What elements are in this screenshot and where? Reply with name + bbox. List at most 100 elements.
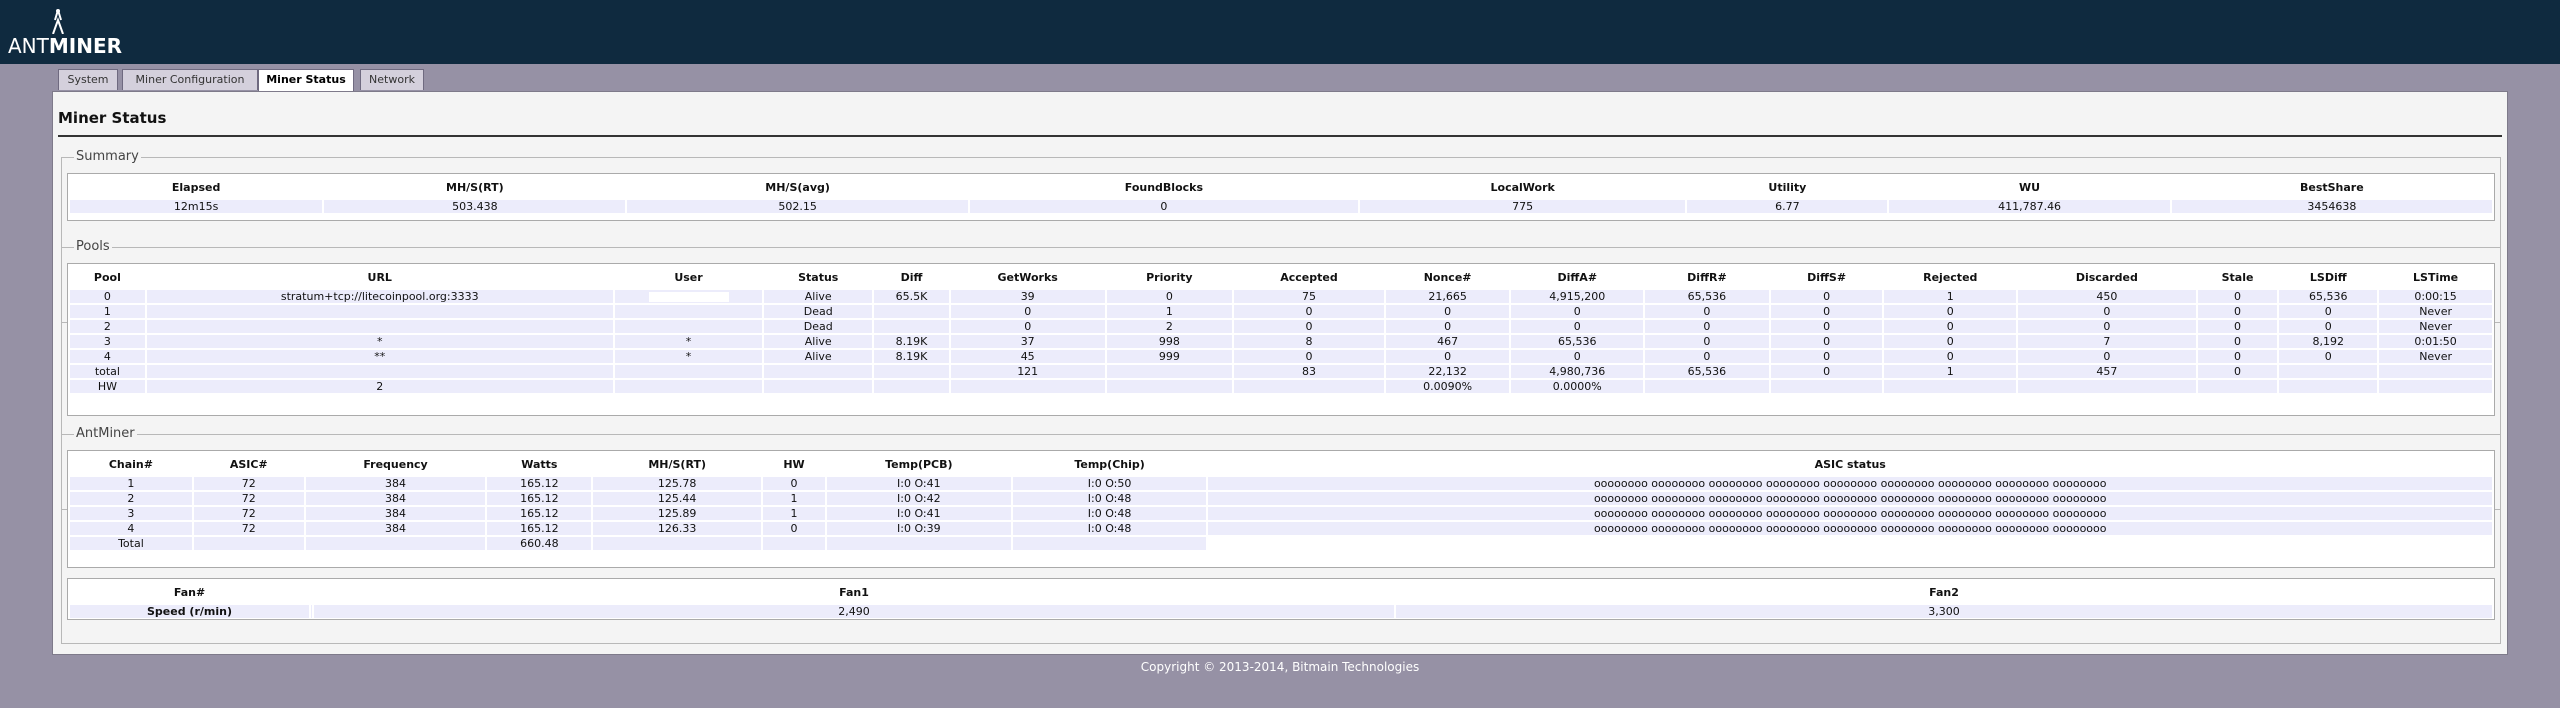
- tab-miner-status[interactable]: Miner Status: [258, 69, 354, 92]
- pools-cell: 0: [1511, 350, 1644, 363]
- pools-cell: [614, 290, 763, 303]
- fan-table: Fan# Fan1 Fan2 Speed (r/min) 2,490 3,300: [68, 579, 2494, 620]
- pools-cell: 0: [1385, 320, 1510, 333]
- antminer-cell: [1208, 537, 2492, 550]
- summary-cell: 0: [969, 200, 1359, 213]
- fan-header: Fan1: [839, 585, 869, 599]
- pools-header: Diff: [900, 270, 923, 284]
- pools-cell: 1: [1884, 290, 2017, 303]
- pools-cell: 65,536: [1511, 335, 1644, 348]
- pools-cell: [2279, 365, 2378, 378]
- tab-miner-configuration[interactable]: Miner Configuration: [122, 69, 258, 90]
- pools-cell: 0: [2197, 320, 2278, 333]
- pools-cell: 0: [1511, 320, 1644, 333]
- pools-header-row: Pool URL User Status Diff GetWorks Priority Acc…: [70, 266, 2492, 288]
- summary-header: WU: [2019, 180, 2041, 194]
- antminer-cell: 72: [193, 507, 304, 520]
- antminer-row: 4 72 384 165.12 126.33 0 I:0 O:39 I:0 O:48 ooooo…: [70, 522, 2492, 535]
- pools-cell: 0: [1770, 290, 1883, 303]
- pools-header: Stale: [2221, 270, 2254, 284]
- summary-cell: 3454638: [2171, 200, 2492, 213]
- antminer-cell: 0: [763, 522, 825, 535]
- pools-cell: 39: [950, 290, 1105, 303]
- pools-cell: 3: [70, 335, 145, 348]
- antminer-header: ASIC#: [229, 457, 268, 471]
- pools-cell: 75: [1234, 290, 1384, 303]
- antminer-cell: I:0 O:41: [826, 477, 1011, 490]
- pools-cell: [2379, 380, 2492, 393]
- pools-cell: [146, 320, 613, 333]
- pools-cell: 0: [2018, 350, 2196, 363]
- pools-cell: 0: [1770, 320, 1883, 333]
- antminer-header: Watts: [521, 457, 558, 471]
- antminer-cell: 165.12: [487, 507, 592, 520]
- pools-cell: 0: [1884, 320, 2017, 333]
- fan-row: Speed (r/min) 2,490 3,300: [70, 605, 2492, 618]
- pools-cell: [2197, 380, 2278, 393]
- fan-header: Fan2: [1929, 585, 1959, 599]
- pools-cell: *: [614, 350, 763, 363]
- summary-legend: Summary: [74, 149, 141, 164]
- antminer-cell: Total: [70, 537, 192, 550]
- pools-cell: 83: [1234, 365, 1384, 378]
- pools-cell: 2: [146, 380, 613, 393]
- pools-cell: [614, 305, 763, 318]
- pools-cell: 2: [70, 320, 145, 333]
- pools-cell: 45: [950, 350, 1105, 363]
- antminer-cell: 1: [763, 507, 825, 520]
- antminer-header: MH/S(RT): [648, 457, 706, 471]
- pools-cell: [1234, 380, 1384, 393]
- pools-cell: [1770, 380, 1883, 393]
- pools-cell: 0: [1106, 290, 1233, 303]
- summary-header: LocalWork: [1490, 180, 1555, 194]
- antminer-cell: [593, 537, 762, 550]
- pools-header: Status: [798, 270, 839, 284]
- antminer-cell: 72: [193, 522, 304, 535]
- pools-cell: 37: [950, 335, 1105, 348]
- antminer-cell: 165.12: [487, 492, 592, 505]
- antminer-cell: 3: [70, 507, 192, 520]
- summary-cell: 12m15s: [70, 200, 323, 213]
- pools-cell: *: [614, 335, 763, 348]
- antminer-cell: [826, 537, 1011, 550]
- header-bar: ANTMINER: [0, 0, 2560, 64]
- pools-cell: 0: [1645, 320, 1769, 333]
- pools-cell: [614, 380, 763, 393]
- pools-cell: [874, 380, 949, 393]
- pools-cell: 998: [1106, 335, 1233, 348]
- pools-cell: 8.19K: [874, 335, 949, 348]
- tab-network[interactable]: Network: [360, 69, 424, 90]
- summary-cell: 775: [1360, 200, 1686, 213]
- tab-system[interactable]: System: [58, 69, 118, 90]
- summary-cell: 6.77: [1687, 200, 1888, 213]
- pools-cell: 0: [2197, 365, 2278, 378]
- fan-cell: [311, 605, 312, 618]
- pools-cell: [146, 365, 613, 378]
- fan-cell: Speed (r/min): [70, 605, 309, 618]
- pools-cell: 0: [1770, 365, 1883, 378]
- pools-cell: 0: [1645, 350, 1769, 363]
- pools-cell: 7: [2018, 335, 2196, 348]
- antminer-row: Total 660.48: [70, 537, 2492, 550]
- antminer-cell: 384: [305, 522, 486, 535]
- pools-cell: 457: [2018, 365, 2196, 378]
- pools-cell: 4,980,736: [1511, 365, 1644, 378]
- antminer-box: Chain# ASIC# Frequency Watts MH/S(RT) HW Temp(…: [67, 450, 2495, 568]
- antminer-fieldset: AntMiner Chain# ASIC# Frequency Watts MH/S(R…: [61, 426, 2501, 644]
- pools-cell: 22,132: [1385, 365, 1510, 378]
- pools-cell: 0: [2197, 305, 2278, 318]
- antminer-cell: 125.44: [593, 492, 762, 505]
- pools-header: LSTime: [2413, 270, 2459, 284]
- pools-cell: [146, 305, 613, 318]
- pools-cell: 0: [2279, 305, 2378, 318]
- pools-cell: Never: [2379, 305, 2492, 318]
- antminer-cell: 660.48: [487, 537, 592, 550]
- pools-cell: Alive: [764, 335, 873, 348]
- antminer-header: Temp(Chip): [1074, 457, 1145, 471]
- pools-cell: **: [146, 350, 613, 363]
- pools-cell: 0: [1884, 350, 2017, 363]
- pools-cell: [1645, 380, 1769, 393]
- pools-cell: [874, 320, 949, 333]
- pools-cell: 0: [2018, 320, 2196, 333]
- antminer-cell: 384: [305, 507, 486, 520]
